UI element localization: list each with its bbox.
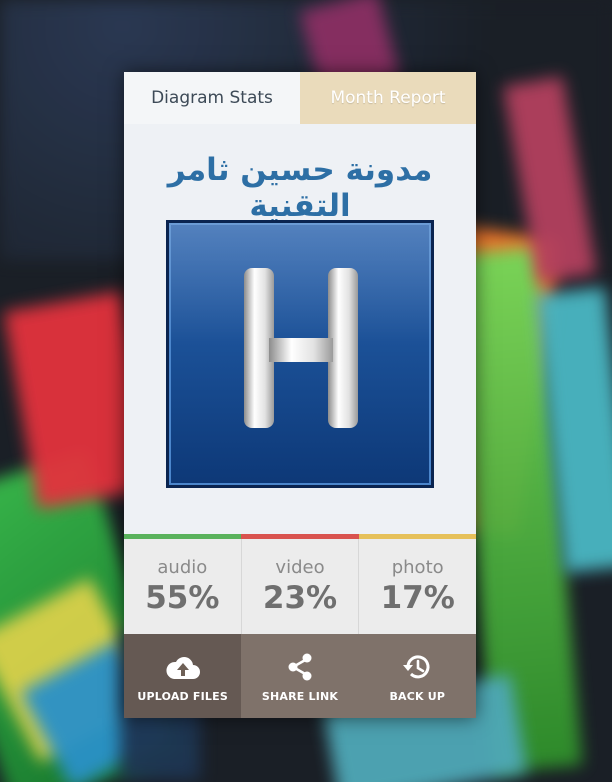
share-link-button[interactable]: SHARE LINK [241, 634, 358, 718]
action-label: BACK UP [389, 689, 446, 703]
history-icon [402, 650, 432, 684]
stat-value: 23% [262, 580, 338, 616]
tab-bar: Diagram Stats Month Report [124, 72, 476, 124]
action-label: UPLOAD FILES [137, 689, 228, 703]
blog-title: مدونة حسين ثامر التقنية [167, 152, 433, 224]
stat-value: 17% [380, 580, 455, 616]
share-icon [287, 650, 313, 684]
stat-label: audio [157, 557, 208, 578]
action-bar: UPLOAD FILES SHARE LINK BACK UP [124, 634, 476, 718]
tab-content: مدونة حسين ثامر التقنية [124, 124, 476, 534]
stat-label: photo [391, 557, 444, 578]
stat-audio: audio 55% [124, 539, 242, 634]
stat-value: 55% [145, 580, 220, 616]
stat-video: video 23% [242, 539, 360, 634]
tab-month-report[interactable]: Month Report [300, 72, 476, 124]
stats-widget: Diagram Stats Month Report مدونة حسين ثا… [124, 72, 476, 718]
upload-files-button[interactable]: UPLOAD FILES [124, 634, 242, 718]
tab-diagram-stats[interactable]: Diagram Stats [124, 72, 300, 124]
stat-label: video [275, 557, 325, 578]
blog-logo [166, 220, 434, 488]
stats-row: audio 55% video 23% photo 17% [124, 539, 476, 634]
stat-photo: photo 17% [359, 539, 476, 634]
back-up-button[interactable]: BACK UP [359, 634, 476, 718]
cloud-upload-icon [165, 650, 201, 684]
action-label: SHARE LINK [261, 689, 339, 703]
